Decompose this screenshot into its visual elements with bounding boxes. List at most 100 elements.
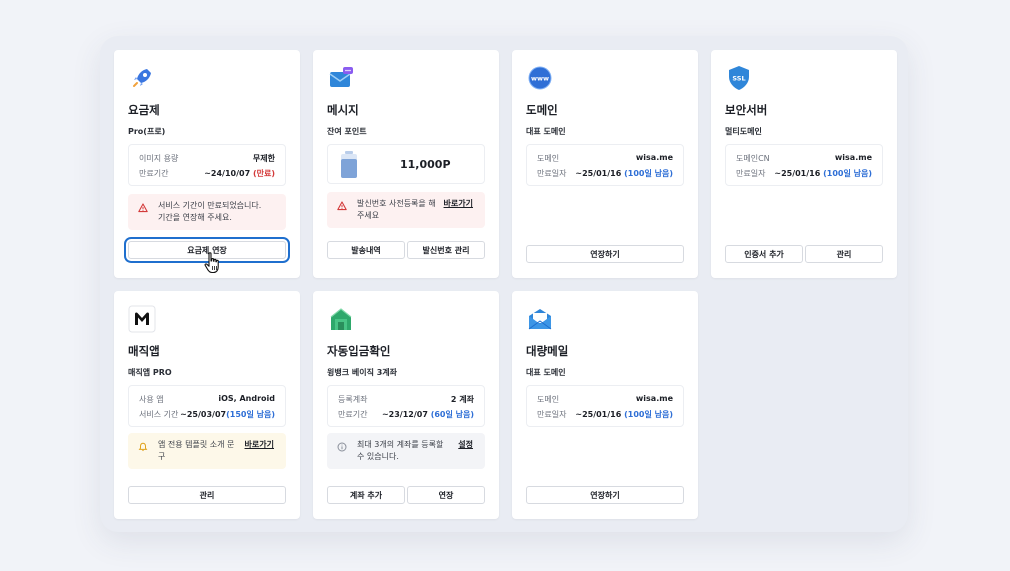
expiry-date: ~23/12/07	[381, 410, 428, 419]
card-title: 메시지	[327, 103, 359, 117]
svg-text:SSL: SSL	[732, 75, 745, 83]
status-badge: (150일 남음)	[226, 410, 275, 419]
info-value: wisa.me	[834, 153, 872, 162]
info-row: 만료일자 ~25/01/16 (100일 남음)	[537, 168, 673, 180]
settings-link[interactable]: 설정	[458, 439, 473, 451]
info-row: 이미지 용량 무제한	[139, 153, 275, 165]
info-label: 만료기간	[338, 410, 368, 419]
expiry-date: ~25/01/16	[575, 169, 622, 178]
info-row: 사용 앱 iOS, Android	[139, 394, 275, 406]
hand-cursor-icon	[204, 252, 219, 274]
card-domain: www 도메인 대표 도메인 도메인 wisa.me 만료일자 ~25/01/1…	[512, 50, 698, 278]
info-value: wisa.me	[635, 394, 673, 403]
status-badge: (100일 남음)	[823, 169, 872, 178]
info-label: 사용 앱	[139, 395, 164, 404]
magicapp-manage-button[interactable]: 관리	[128, 486, 286, 504]
info-row: 만료기간 ~23/12/07 (60일 남음)	[338, 409, 474, 421]
info-row: 서비스 기간 ~25/03/07(150일 남음)	[139, 409, 275, 421]
info-value: ~25/01/16 (100일 남음)	[774, 168, 872, 179]
expiry-date: ~25/03/07	[180, 410, 227, 419]
info-box: 이미지 용량 무제한 만료기간 ~24/10/07 (만료)	[128, 144, 286, 186]
card-title: 자동입금확인	[327, 344, 391, 358]
send-history-button[interactable]: 발송내역	[327, 241, 405, 259]
info-label: 만료기간	[139, 169, 169, 178]
card-title: 보안서버	[725, 103, 768, 117]
www-globe-icon: www	[528, 66, 552, 90]
sender-number-manage-button[interactable]: 발신번호 관리	[407, 241, 485, 259]
info-label: 도메인	[537, 154, 560, 163]
info-label: 도메인	[537, 395, 560, 404]
svg-text:www: www	[531, 75, 549, 83]
shortcut-link[interactable]: 바로가기	[444, 198, 473, 210]
info-value: 무제한	[252, 154, 275, 163]
expiry-date: ~25/01/16	[575, 410, 622, 419]
info-row: 등록계좌 2 계좌	[338, 394, 474, 406]
info-row: 만료기간 ~24/10/07 (만료)	[139, 168, 275, 180]
alert-line: 앱 전용 템플릿 소개 문	[158, 440, 235, 449]
card-deposit: 자동입금확인 윙뱅크 베이직 3계좌 등록계좌 2 계좌 만료기간 ~23/12…	[313, 291, 499, 519]
warning-icon	[138, 203, 148, 213]
info-row: 도메인CN wisa.me	[736, 153, 872, 165]
ssl-manage-button[interactable]: 관리	[805, 245, 883, 263]
info-row: 만료일자 ~25/01/16 (100일 남음)	[537, 409, 673, 421]
info-value: wisa.me	[635, 153, 673, 162]
info-row: 도메인 wisa.me	[537, 153, 673, 165]
alert-line: 발신번호 사전등록을 해	[357, 199, 436, 208]
card-title: 매직앱	[128, 344, 160, 358]
alert-expired: 서비스 기간이 만료되었습니다. 기간을 연장해 주세요.	[128, 194, 286, 230]
info-label: 도메인CN	[736, 154, 770, 163]
status-badge: (만료)	[252, 169, 275, 178]
info-box: 도메인CN wisa.me 만료일자 ~25/01/16 (100일 남음)	[725, 144, 883, 186]
card-subtitle: 멀티도메인	[725, 127, 762, 136]
expiry-date: ~25/01/16	[774, 169, 821, 178]
card-plan: 요금제 Pro(프로) 이미지 용량 무제한 만료기간 ~24/10/07 (만…	[114, 50, 300, 278]
envelope-icon	[528, 309, 552, 330]
extend-domain-button[interactable]: 연장하기	[526, 245, 684, 263]
card-magicapp: 매직앱 매직앱 PRO 사용 앱 iOS, Android 서비스 기간 ~25…	[114, 291, 300, 519]
card-subtitle: 대표 도메인	[526, 368, 566, 377]
alert-message: 최대 3개의 계좌를 등록할 수 있습니다.	[357, 439, 443, 463]
card-bulkmail: 대량메일 대표 도메인 도메인 wisa.me 만료일자 ~25/01/16 (…	[512, 291, 698, 519]
alert-account-limit: 최대 3개의 계좌를 등록할 수 있습니다. 설정	[327, 433, 485, 469]
alert-message: 발신번호 사전등록을 해 주세요	[357, 198, 436, 222]
info-value: ~25/01/16 (100일 남음)	[575, 409, 673, 420]
warning-icon	[337, 201, 347, 211]
card-message: 메시지 잔여 포인트 11,000P 발신번호 사전등록을 해 주세요 바로가기…	[313, 50, 499, 278]
add-certificate-button[interactable]: 인증서 추가	[725, 245, 803, 263]
info-value: 2 계좌	[450, 395, 474, 404]
alert-line: 수 있습니다.	[357, 452, 399, 461]
alert-line: 기간을 연장해 주세요.	[158, 213, 232, 222]
status-badge: (60일 남음)	[430, 410, 474, 419]
info-value: iOS, Android	[218, 394, 275, 403]
alert-template: 앱 전용 템플릿 소개 문 구 바로가기	[128, 433, 286, 469]
card-subtitle: 대표 도메인	[526, 127, 566, 136]
battery-icon	[341, 151, 357, 178]
info-row: 도메인 wisa.me	[537, 394, 673, 406]
alert-sender-number: 발신번호 사전등록을 해 주세요 바로가기	[327, 192, 485, 228]
info-box: 도메인 wisa.me 만료일자 ~25/01/16 (100일 남음)	[526, 385, 684, 427]
card-subtitle: 잔여 포인트	[327, 127, 367, 136]
rocket-icon	[133, 69, 151, 87]
bell-icon	[138, 442, 148, 452]
info-label: 만료일자	[537, 410, 567, 419]
card-subtitle: Pro(프로)	[128, 127, 166, 136]
info-icon	[337, 442, 347, 452]
ssl-shield-icon: SSL	[729, 66, 749, 90]
info-label: 이미지 용량	[139, 154, 179, 163]
info-label: 만료일자	[736, 169, 766, 178]
info-value: ~23/12/07 (60일 남음)	[382, 409, 474, 420]
card-ssl: SSL 보안서버 멀티도메인 도메인CN wisa.me 만료일자 ~25/01…	[711, 50, 897, 278]
card-subtitle: 윙뱅크 베이직 3계좌	[327, 368, 398, 377]
add-account-button[interactable]: 계좌 추가	[327, 486, 405, 504]
extend-deposit-button[interactable]: 연장	[407, 486, 485, 504]
alert-line: 구	[158, 452, 166, 461]
extend-bulkmail-button[interactable]: 연장하기	[526, 486, 684, 504]
info-label: 만료일자	[537, 169, 567, 178]
expiry-date: ~24/10/07	[204, 169, 251, 178]
info-box: 등록계좌 2 계좌 만료기간 ~23/12/07 (60일 남음)	[327, 385, 485, 427]
points-box: 11,000P	[327, 144, 485, 184]
shortcut-link[interactable]: 바로가기	[245, 439, 274, 451]
info-row: 만료일자 ~25/01/16 (100일 남음)	[736, 168, 872, 180]
points-value: 11,000P	[400, 158, 451, 171]
info-value: ~25/01/16 (100일 남음)	[575, 168, 673, 179]
